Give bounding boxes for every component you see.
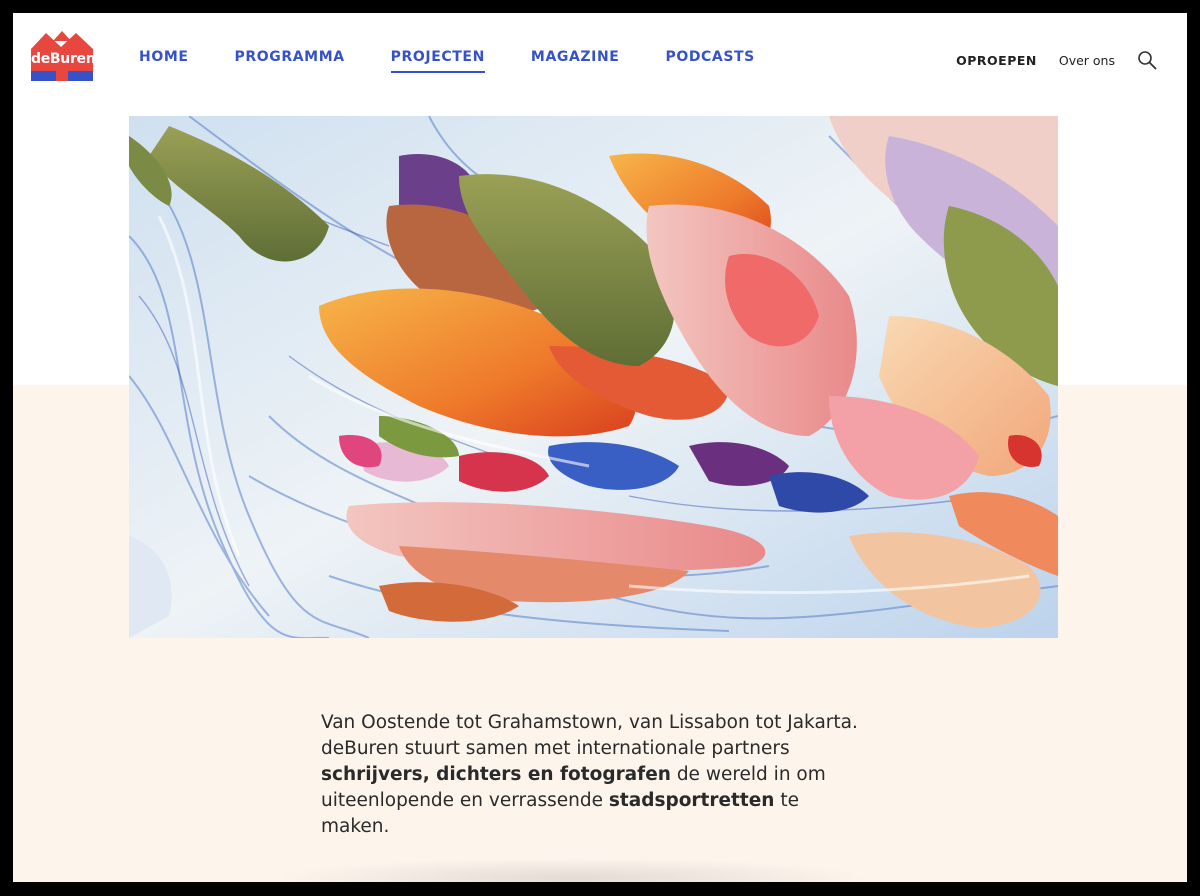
nav-home[interactable]: HOME — [139, 49, 189, 71]
nav-oproepen[interactable]: OPROEPEN — [956, 53, 1037, 68]
nav-over-ons[interactable]: Over ons — [1059, 53, 1115, 68]
hero-illustration — [129, 116, 1058, 638]
card-shadow — [273, 858, 873, 882]
nav-projecten[interactable]: PROJECTEN — [390, 49, 486, 73]
main-navigation: HOME PROGRAMMA PROJECTEN MAGAZINE PODCAS… — [139, 49, 801, 73]
intro-text-1: Van Oostende tot Grahamstown, van Lissab… — [321, 712, 858, 759]
nav-programma[interactable]: PROGRAMMA — [235, 49, 345, 71]
intro-bold-1: schrijvers, dichters en fotografen — [321, 764, 671, 785]
nav-podcasts[interactable]: PODCASTS — [665, 49, 754, 71]
abstract-artwork-icon — [129, 116, 1058, 638]
nav-magazine[interactable]: MAGAZINE — [531, 49, 620, 71]
logo-wordmark: deBuren — [31, 51, 96, 67]
intro-bold-2: stadsportretten — [608, 790, 775, 811]
intro-paragraph: Van Oostende tot Grahamstown, van Lissab… — [321, 710, 861, 840]
browser-page: deBuren HOME PROGRAMMA PROJECTEN MAGAZIN… — [13, 13, 1187, 882]
secondary-navigation: OPROEPEN Over ons — [956, 50, 1157, 70]
search-icon[interactable] — [1137, 50, 1157, 70]
